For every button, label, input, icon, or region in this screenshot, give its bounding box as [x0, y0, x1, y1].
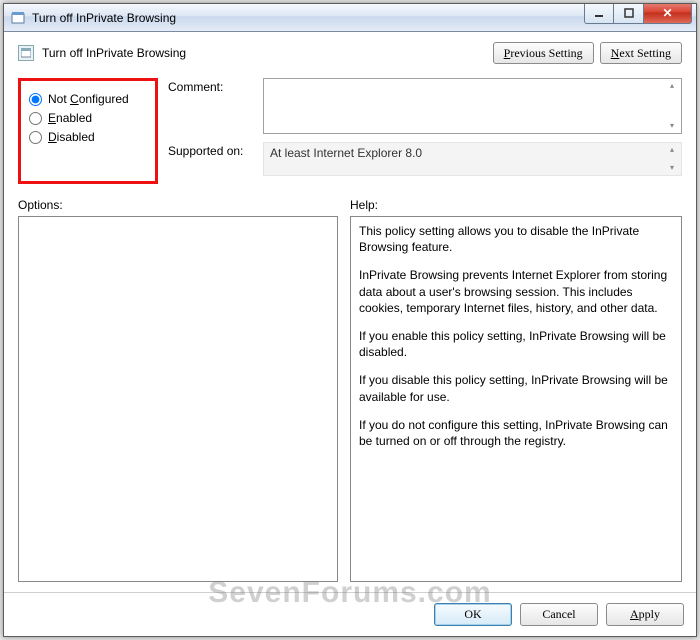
options-panel[interactable] [18, 216, 338, 582]
policy-icon [18, 45, 34, 61]
scrollbar-stub[interactable]: ▴▾ [665, 145, 679, 173]
app-icon [10, 10, 26, 26]
help-label: Help: [350, 198, 378, 212]
radio-disabled-input[interactable] [29, 131, 42, 144]
apply-button[interactable]: Apply [606, 603, 684, 626]
titlebar[interactable]: Turn off InPrivate Browsing ✕ [4, 4, 696, 32]
comment-textarea[interactable]: ▴▾ [263, 78, 682, 134]
supported-on-value: At least Internet Explorer 8.0 [270, 146, 422, 160]
minimize-button[interactable] [584, 4, 614, 24]
client-area: Turn off InPrivate Browsing Previous Set… [4, 32, 696, 592]
window: Turn off InPrivate Browsing ✕ Turn off I… [3, 3, 697, 637]
radio-not-configured[interactable]: Not Configured [27, 92, 141, 106]
radio-enabled[interactable]: Enabled [27, 111, 141, 125]
comment-label: Comment: [168, 78, 263, 134]
maximize-button[interactable] [614, 4, 644, 24]
help-text: If you enable this policy setting, InPri… [359, 328, 673, 360]
supported-label: Supported on: [168, 142, 263, 176]
state-radio-group: Not Configured Enabled Disabled [18, 78, 158, 184]
options-label: Options: [18, 198, 350, 212]
footer: SevenForums.com OK Cancel Apply [4, 592, 696, 636]
scrollbar-stub[interactable]: ▴▾ [665, 81, 679, 131]
next-setting-button[interactable]: Next Setting [600, 42, 682, 64]
close-button[interactable]: ✕ [644, 4, 692, 24]
supported-on-box: At least Internet Explorer 8.0 ▴▾ [263, 142, 682, 176]
help-text: This policy setting allows you to disabl… [359, 223, 673, 255]
window-controls: ✕ [584, 4, 692, 24]
help-text: InPrivate Browsing prevents Internet Exp… [359, 267, 673, 316]
previous-setting-button[interactable]: Previous Setting [493, 42, 594, 64]
ok-button[interactable]: OK [434, 603, 512, 626]
radio-not-configured-input[interactable] [29, 93, 42, 106]
radio-disabled[interactable]: Disabled [27, 130, 141, 144]
window-title: Turn off InPrivate Browsing [32, 11, 584, 25]
policy-title: Turn off InPrivate Browsing [42, 46, 487, 60]
cancel-button[interactable]: Cancel [520, 603, 598, 626]
help-panel[interactable]: This policy setting allows you to disabl… [350, 216, 682, 582]
header-row: Turn off InPrivate Browsing Previous Set… [18, 42, 682, 64]
help-text: If you disable this policy setting, InPr… [359, 372, 673, 404]
help-text: If you do not configure this setting, In… [359, 417, 673, 449]
radio-enabled-input[interactable] [29, 112, 42, 125]
